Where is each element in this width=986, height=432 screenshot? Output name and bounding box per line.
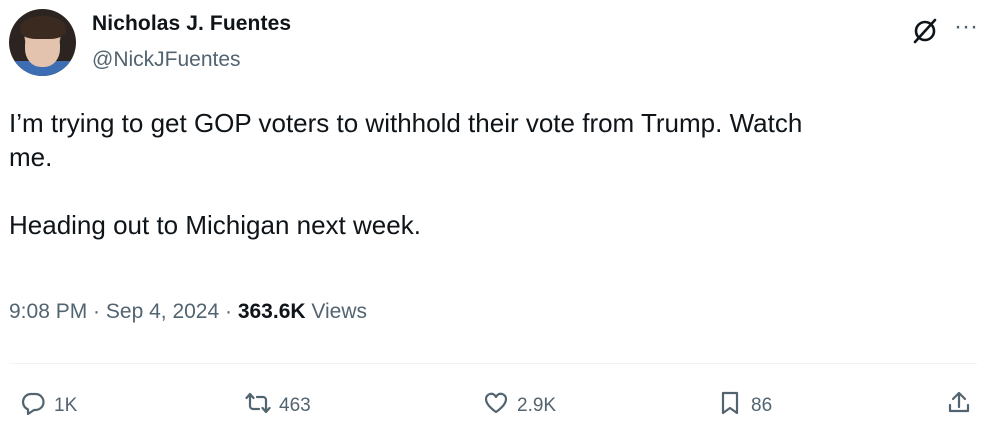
repost-button[interactable]: 463 [245, 392, 311, 420]
views-label: Views [305, 300, 368, 323]
like-button[interactable]: 2.9K [483, 392, 556, 420]
author-handle[interactable]: @NickJFuentes [92, 48, 241, 72]
bookmark-button[interactable]: 86 [717, 390, 773, 422]
author-name[interactable]: Nicholas J. Fuentes [92, 12, 291, 36]
tweet-text: I’m trying to get GOP voters to withhold… [9, 108, 803, 240]
more-options-icon[interactable]: ··· [951, 14, 981, 44]
tweet-time[interactable]: 9:08 PM [9, 300, 87, 323]
heart-icon [483, 390, 509, 422]
share-icon [946, 390, 972, 422]
reply-icon [20, 390, 46, 422]
repost-count: 463 [279, 395, 311, 416]
tweet-date[interactable]: Sep 4, 2024 [106, 300, 219, 323]
repost-icon [245, 390, 271, 422]
meta-separator: · [87, 300, 106, 323]
bookmark-icon [717, 390, 743, 422]
grok-icon[interactable] [910, 16, 940, 46]
views-count: 363.6K [237, 300, 306, 323]
reply-button[interactable]: 1K [20, 392, 77, 420]
bookmark-count: 86 [751, 395, 773, 416]
reply-count: 1K [54, 395, 78, 416]
tweet-meta: 9:08 PM · Sep 4, 2024 · 363.6K Views [9, 300, 367, 324]
share-button[interactable] [946, 390, 972, 422]
divider [9, 363, 977, 364]
like-count: 2.9K [517, 395, 557, 416]
meta-separator-2: · [219, 300, 238, 323]
avatar-hair [20, 16, 66, 39]
avatar[interactable] [9, 9, 76, 76]
